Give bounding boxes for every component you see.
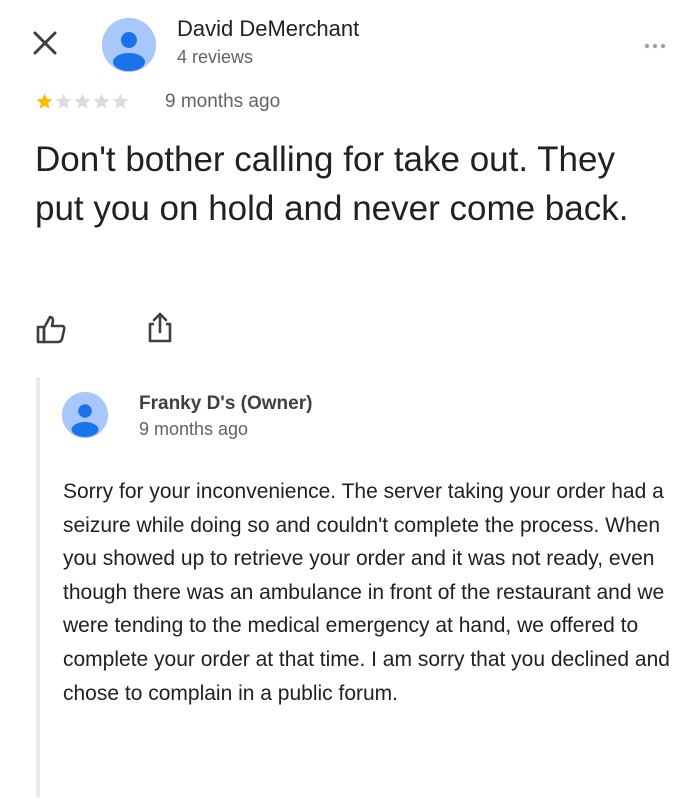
reviewer-review-count: 4 reviews: [177, 47, 254, 67]
star-icon: [74, 93, 91, 109]
owner-response-text: Sorry for your inconvenience. The server…: [63, 480, 670, 705]
owner-response-time: 9 months ago: [139, 419, 249, 439]
owner-avatar[interactable]: [62, 392, 108, 438]
star-rating: [35, 90, 130, 112]
reviewer-avatar[interactable]: [102, 18, 156, 72]
owner-name: Franky D's (Owner): [139, 393, 313, 414]
like-button[interactable]: [34, 312, 68, 346]
star-icon: [55, 93, 72, 109]
person-icon: [102, 18, 156, 72]
more-options-button[interactable]: [643, 38, 667, 49]
reviewer-name[interactable]: David DeMerchant: [177, 16, 359, 42]
star-icon: [93, 93, 110, 109]
more-horizontal-icon: [644, 43, 666, 49]
review-text: Don't bother calling for take out. They …: [35, 140, 629, 228]
share-button[interactable]: [143, 310, 177, 344]
person-icon: [62, 392, 108, 438]
review-time: 9 months ago: [165, 91, 281, 112]
close-icon: [33, 31, 57, 55]
thumbs-up-icon: [36, 315, 66, 344]
star-icon: [112, 93, 129, 109]
share-icon: [148, 312, 172, 343]
reply-divider: [36, 377, 40, 797]
close-button[interactable]: [30, 28, 60, 58]
star-icon: [36, 93, 53, 109]
